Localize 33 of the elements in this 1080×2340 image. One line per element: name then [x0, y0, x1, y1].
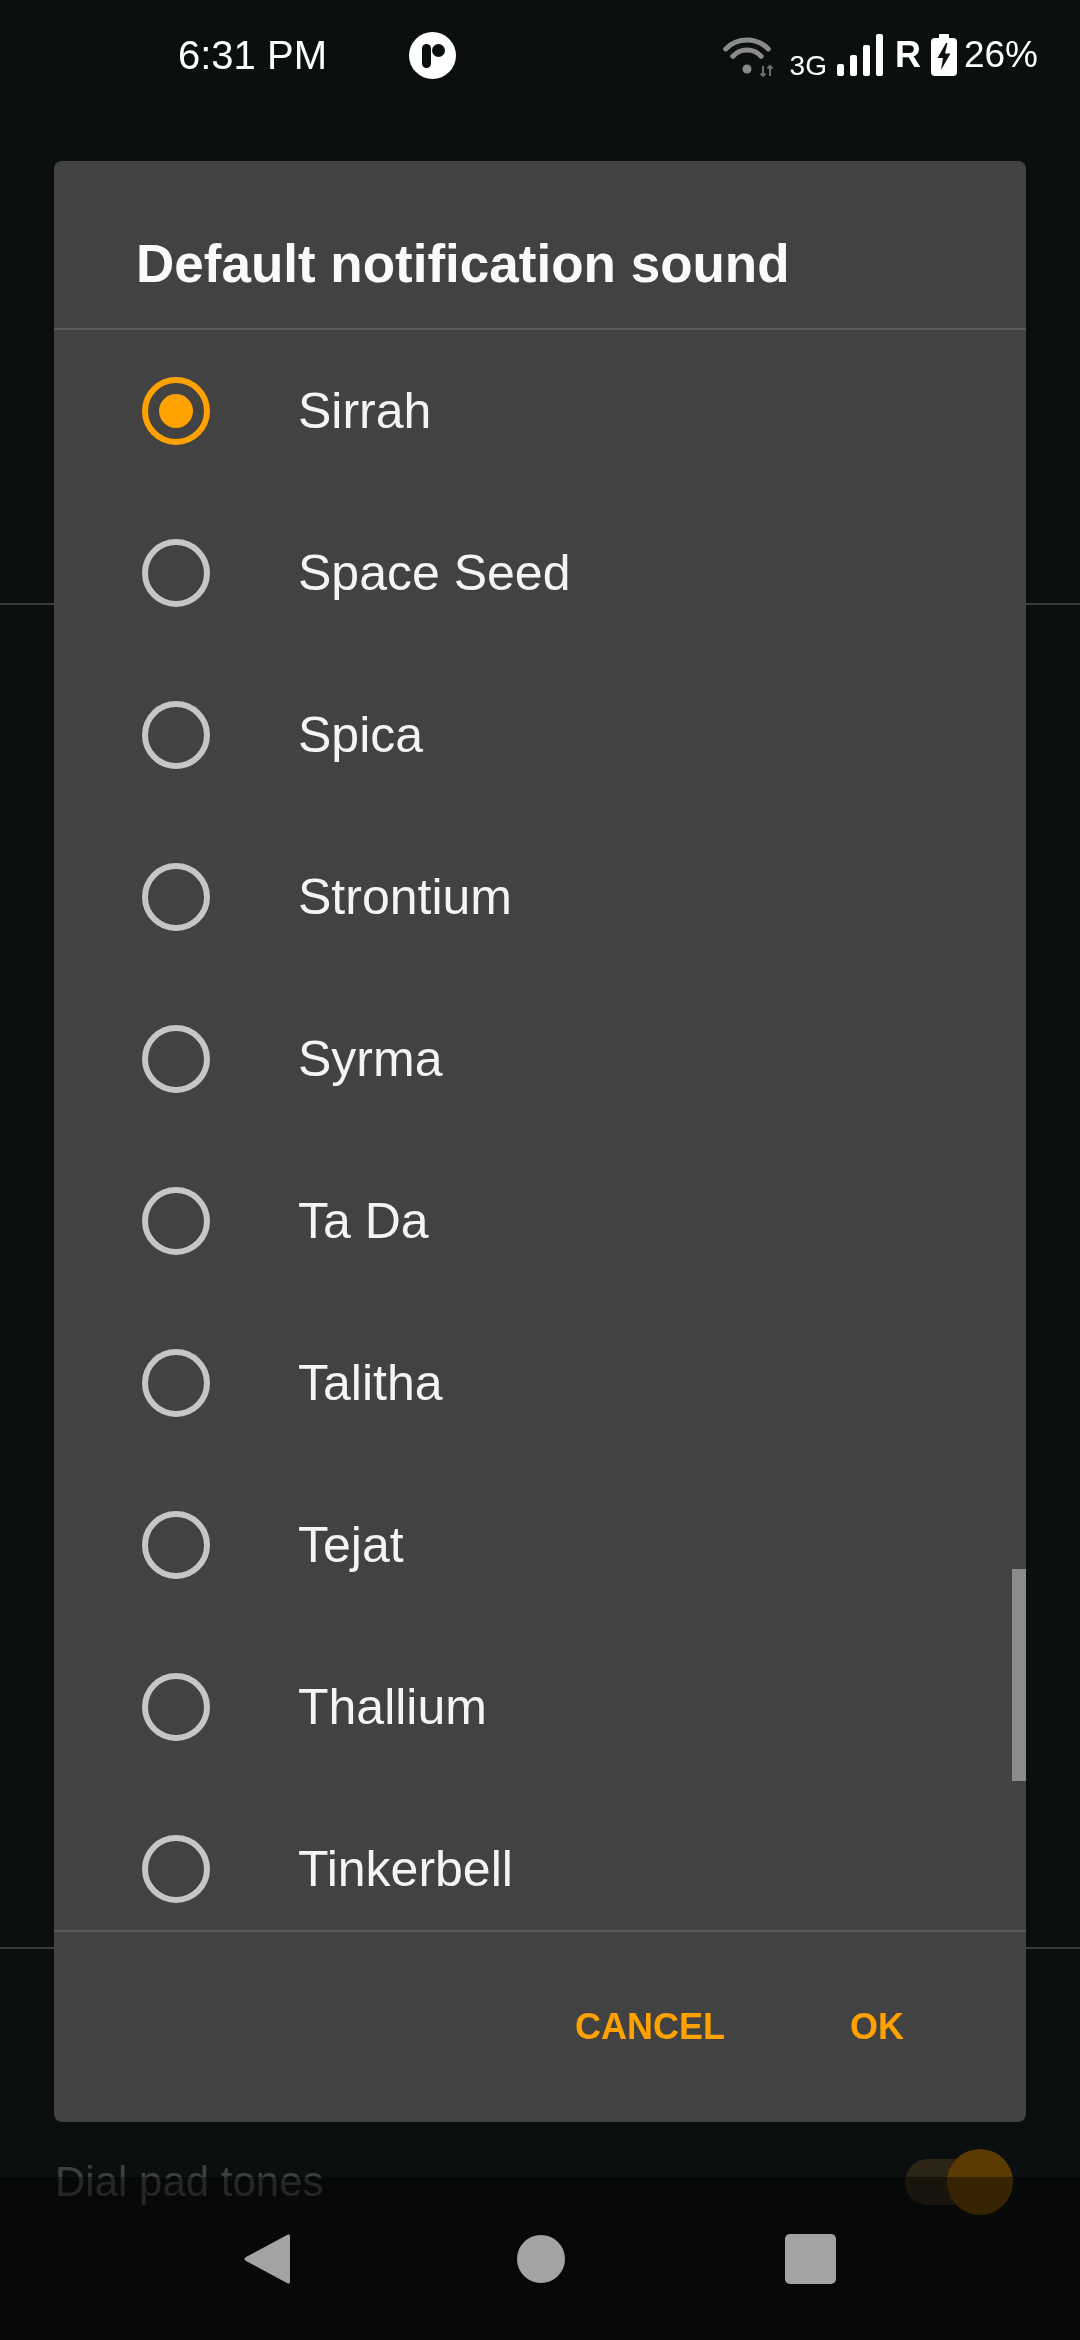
radio-button[interactable] [142, 1349, 210, 1417]
battery-percentage: 26% [963, 34, 1038, 76]
network-type: 3G [789, 50, 827, 82]
ok-button[interactable]: OK [822, 1982, 932, 2072]
option-label[interactable]: Thallium [298, 1677, 487, 1737]
radio-button[interactable] [142, 1835, 210, 1903]
radio-button[interactable] [142, 1025, 210, 1093]
option-label[interactable]: Ta Da [298, 1191, 429, 1251]
radio-button[interactable] [142, 863, 210, 931]
option-label[interactable]: Spica [298, 705, 424, 765]
option-label[interactable]: Tejat [298, 1515, 404, 1575]
roaming-indicator: R [894, 34, 921, 76]
radio-button[interactable] [142, 1511, 210, 1579]
option-label[interactable]: Syrma [298, 1029, 443, 1089]
option-label[interactable]: Strontium [298, 867, 512, 927]
option-label[interactable]: Tinkerbell [298, 1839, 513, 1899]
cancel-button[interactable]: CANCEL [547, 1982, 753, 2072]
radio-button[interactable] [142, 1187, 210, 1255]
radio-button[interactable] [142, 701, 210, 769]
dialog-title: Default notification sound [136, 234, 790, 293]
option-label[interactable]: Space Seed [298, 543, 571, 603]
app-notification-icon [408, 31, 456, 79]
clock-time: 6:31 PM [178, 32, 327, 78]
signal-icon [836, 34, 885, 76]
radio-button[interactable] [142, 539, 210, 607]
radio-button[interactable] [142, 1673, 210, 1741]
option-label[interactable]: Talitha [298, 1353, 443, 1413]
radio-button[interactable] [142, 377, 210, 445]
option-label[interactable]: Sirrah [298, 381, 432, 441]
toggle-switch[interactable] [905, 2149, 1013, 2215]
back-icon[interactable] [243, 2231, 290, 2286]
recents-icon[interactable] [785, 2233, 836, 2284]
home-icon[interactable] [517, 2234, 565, 2283]
